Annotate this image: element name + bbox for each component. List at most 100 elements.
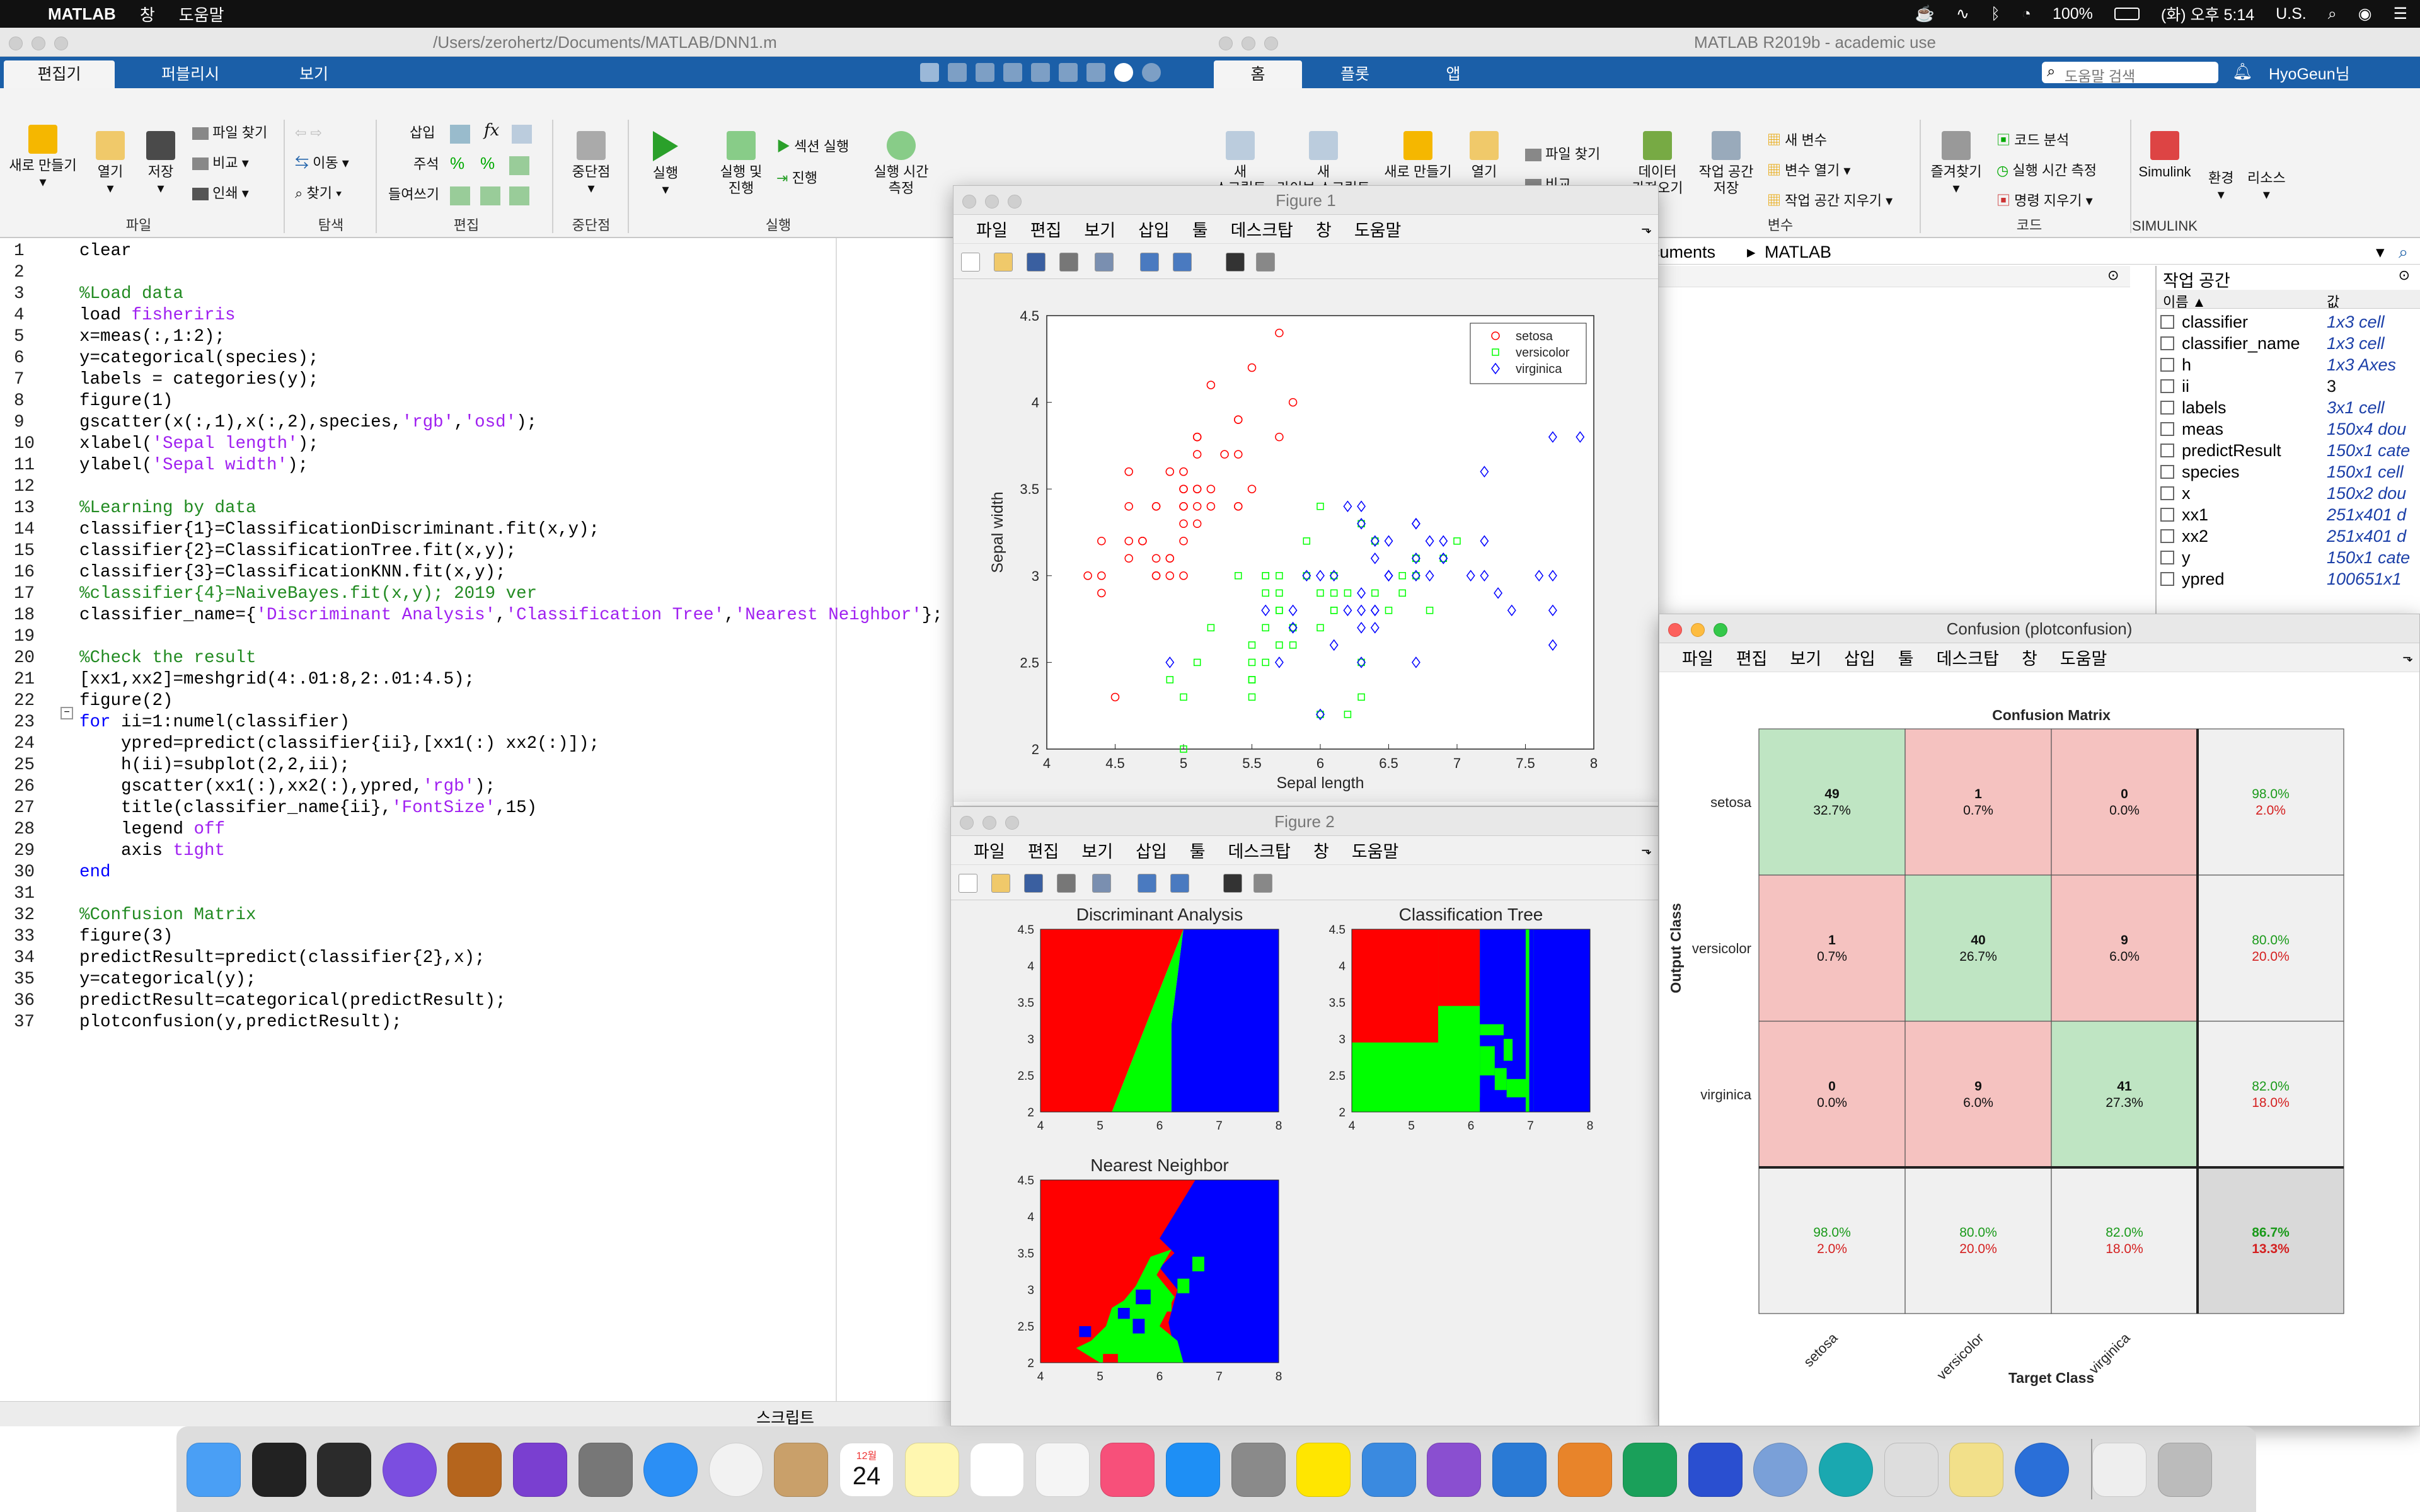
new-figure-icon[interactable] <box>961 253 980 272</box>
tab-view[interactable]: 보기 <box>258 60 369 88</box>
notification-icon[interactable]: ☰ <box>2394 4 2407 23</box>
legend-icon[interactable] <box>1170 874 1189 893</box>
dock-visual-studio-icon[interactable] <box>1427 1443 1482 1497</box>
dock-figure-icon[interactable]: ⬎ <box>1641 221 1652 237</box>
resources-button[interactable]: 리소스 ▾ <box>2247 170 2286 203</box>
new-variable-button[interactable]: ▦ 새 변수 <box>1767 132 1827 149</box>
nav-arrows[interactable]: ⇦ ⇨ <box>295 125 322 141</box>
workspace-row[interactable]: species 150x1 cell <box>2157 461 2420 483</box>
code-line[interactable]: %Check the result <box>79 648 256 669</box>
code-line[interactable]: %Learning by data <box>79 498 256 519</box>
dock-garageband-icon[interactable] <box>447 1443 502 1497</box>
run-button[interactable]: 실행 ▾ <box>640 131 691 198</box>
save-icon[interactable] <box>1027 253 1046 272</box>
close-button[interactable] <box>962 195 976 209</box>
code-line[interactable]: legend off <box>79 819 225 840</box>
minimize-button[interactable] <box>1242 37 1255 50</box>
dock-siri-icon[interactable] <box>382 1443 437 1497</box>
figure-menu-item[interactable]: 창 <box>1316 217 1332 241</box>
dock-app-store-icon[interactable] <box>1166 1443 1220 1497</box>
dock-system-preferences-icon[interactable] <box>1231 1443 1286 1497</box>
new-button[interactable]: 새로 만들기▾ <box>5 125 81 190</box>
code-line[interactable]: labels = categories(y); <box>79 369 319 391</box>
figure-menu-item[interactable]: 데스크탑 <box>1937 645 1999 670</box>
find-files-button[interactable]: 파일 찾기 <box>1525 146 1600 163</box>
code-line[interactable]: ypred=predict(classifier{ii},[xx1(:) xx2… <box>79 733 599 755</box>
dock-figure-icon[interactable]: ⬎ <box>1641 842 1652 858</box>
dock-xcode-icon[interactable] <box>1361 1443 1416 1497</box>
code-line[interactable]: y=categorical(y); <box>79 969 256 990</box>
figure-menu-item[interactable]: 편집 <box>1030 217 1062 241</box>
compare-button[interactable]: 비교 ▾ <box>192 155 249 171</box>
workspace-row[interactable]: xx2 251x401 d <box>2157 525 2420 547</box>
menu-window[interactable]: 창 <box>140 3 155 26</box>
figure-menu-item[interactable]: 편집 <box>1028 838 1059 862</box>
figure-menu-item[interactable]: 편집 <box>1736 645 1768 670</box>
code-line[interactable]: predictResult=predict(classifier{2},x); <box>79 948 485 969</box>
link-icon[interactable] <box>1092 874 1111 893</box>
figure-menu-item[interactable]: 데스크탑 <box>1231 217 1293 241</box>
fx-icon[interactable]: fx <box>484 122 499 139</box>
workspace-row[interactable]: classifier 1x3 cell <box>2157 311 2420 333</box>
workspace-row[interactable]: h 1x3 Axes <box>2157 354 2420 375</box>
figure-menu-item[interactable]: 데스크탑 <box>1228 838 1291 862</box>
bell-icon[interactable]: 🔔︎ <box>2232 62 2253 81</box>
panel-icon[interactable] <box>1256 253 1275 272</box>
figure-menu-item[interactable]: 보기 <box>1084 217 1115 241</box>
code-line[interactable]: gscatter(xx1(:),xx2(:),ypred,'rgb'); <box>79 776 495 798</box>
code-line[interactable]: xlabel('Sepal length'); <box>79 433 319 455</box>
smart-indent-icon[interactable] <box>450 186 470 205</box>
options-icon[interactable] <box>1142 63 1161 82</box>
figure-menu-item[interactable]: 보기 <box>1790 645 1821 670</box>
dock-preview-icon[interactable] <box>774 1443 829 1497</box>
code-line[interactable]: y=categorical(species); <box>79 348 319 369</box>
tab-home[interactable]: 홈 <box>1214 60 1302 88</box>
pointer-icon[interactable] <box>1223 874 1242 893</box>
favorites-button[interactable]: 즐겨찾기 ▾ <box>1926 131 1986 197</box>
dock-launchpad-icon[interactable] <box>578 1443 633 1497</box>
panel-options-icon[interactable]: ⊙ <box>2107 267 2119 284</box>
code-line[interactable]: classifier{3}=ClassificationKNN.fit(x,y)… <box>79 562 506 583</box>
search-icon[interactable]: ⌕ <box>2328 5 2337 23</box>
figure-menu-item[interactable]: 파일 <box>976 217 1008 241</box>
run-section-button[interactable]: ▶ 섹션 실행 <box>776 139 849 155</box>
figure-menu-item[interactable]: 툴 <box>1190 838 1206 862</box>
wifi-icon[interactable]: ◔ <box>2022 5 2031 23</box>
indent-left-icon[interactable] <box>480 186 500 205</box>
undo-icon[interactable] <box>1031 63 1050 82</box>
workspace-row[interactable]: meas 150x4 dou <box>2157 418 2420 440</box>
dock-r-icon[interactable] <box>1753 1443 1808 1497</box>
path-part[interactable]: MATLAB <box>1765 239 1831 265</box>
dock-imovie-icon[interactable] <box>513 1443 567 1497</box>
code-line[interactable]: %Confusion Matrix <box>79 905 256 926</box>
dock-notes-icon[interactable] <box>904 1443 959 1497</box>
ws-header-name[interactable]: 이름 ▲ <box>2163 291 2206 311</box>
code-line[interactable]: figure(2) <box>79 690 173 712</box>
workspace-row[interactable]: x 150x2 dou <box>2157 483 2420 504</box>
open-icon[interactable] <box>991 874 1010 893</box>
zoom-button[interactable] <box>1714 623 1727 637</box>
close-button[interactable] <box>1668 623 1682 637</box>
print-icon[interactable] <box>1057 874 1076 893</box>
user-icon[interactable]: ◉ <box>2358 4 2372 23</box>
clock[interactable]: (화) 오후 5:14 <box>2161 3 2254 25</box>
figure-menu-item[interactable]: 삽입 <box>1138 217 1170 241</box>
figure-menu-item[interactable]: 창 <box>2022 645 2037 670</box>
link-icon[interactable] <box>1095 253 1114 272</box>
figure-menu-item[interactable]: 보기 <box>1081 838 1113 862</box>
dock-finder-icon[interactable] <box>187 1443 241 1497</box>
find-files-button[interactable]: 파일 찾기 <box>192 125 267 141</box>
insert-button[interactable]: 삽입 <box>410 125 435 141</box>
workspace-row[interactable]: y 150x1 cate <box>2157 547 2420 568</box>
dock-teamviewer-icon[interactable] <box>2014 1443 2069 1497</box>
close-button[interactable] <box>960 816 974 830</box>
code-editor[interactable]: − 1 clear 2 3 %Load data 4 load fisheriris 5 x=m… <box>0 238 984 1426</box>
workspace-row[interactable]: ii 3 <box>2157 375 2420 397</box>
pointer-icon[interactable] <box>1226 253 1245 272</box>
minimize-button[interactable] <box>1691 623 1705 637</box>
colorbar-icon[interactable] <box>1140 253 1159 272</box>
dock-terminal-icon[interactable] <box>251 1443 306 1497</box>
zoom-button[interactable] <box>54 37 68 50</box>
zoom-button[interactable] <box>1008 195 1022 209</box>
run-time-button[interactable]: ◷ 실행 시간 측정 <box>1997 163 2097 179</box>
